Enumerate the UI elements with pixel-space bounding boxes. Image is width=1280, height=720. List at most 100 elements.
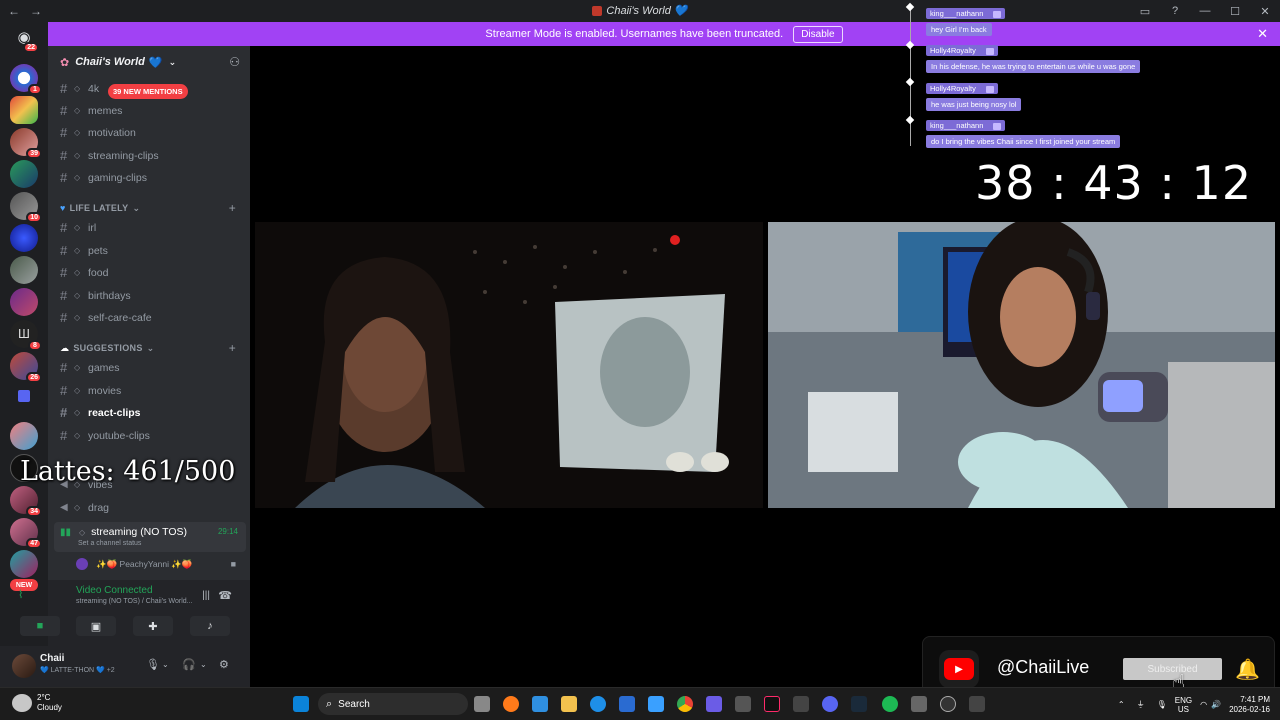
taskbar-search[interactable]: ⌕ Search bbox=[318, 693, 468, 715]
close-icon[interactable]: ✕ bbox=[1250, 0, 1280, 22]
tray-overflow-icon[interactable]: ⌃ bbox=[1118, 700, 1125, 709]
edge-icon[interactable] bbox=[590, 696, 606, 712]
volume-icon[interactable]: 🔊 bbox=[1211, 700, 1221, 709]
invite-icon[interactable]: ⚇ bbox=[229, 55, 240, 69]
new-mentions-badge[interactable]: 39 NEW MENTIONS bbox=[108, 84, 188, 99]
clock[interactable]: 7:41 PM 2026-02-16 bbox=[1229, 695, 1270, 715]
channel-pets[interactable]: # ◇ pets bbox=[56, 240, 244, 261]
copilot-icon[interactable] bbox=[532, 696, 548, 712]
rail-badge: 26 bbox=[26, 372, 42, 383]
chevron-down-icon: ⌄ bbox=[132, 202, 141, 213]
server-icon-8[interactable] bbox=[10, 288, 38, 316]
server-icon-15[interactable] bbox=[10, 550, 38, 578]
steam-icon[interactable] bbox=[851, 696, 867, 712]
server-icon-7[interactable] bbox=[10, 256, 38, 284]
channel-irl[interactable]: # ◇ irl bbox=[56, 217, 244, 238]
server-rail: ◉ 22 1 39 10 Ш8 26 34 47 NEW bbox=[0, 22, 48, 687]
voice-channel-drag[interactable]: ◀ ◇ drag bbox=[56, 497, 244, 518]
task-view-icon[interactable] bbox=[474, 696, 490, 712]
chrome-icon[interactable] bbox=[677, 696, 693, 712]
video-tile-left[interactable] bbox=[255, 222, 763, 508]
soundboard-button[interactable]: ♪ bbox=[190, 616, 230, 636]
channel-food[interactable]: # ◇ food bbox=[56, 262, 244, 283]
channel-status[interactable]: Set a channel status bbox=[78, 540, 141, 547]
channel-gaming-clips[interactable]: # ◇ gaming-clips bbox=[56, 167, 244, 188]
spotify-icon[interactable] bbox=[882, 696, 898, 712]
app-icon-4[interactable] bbox=[735, 696, 751, 712]
voice-user[interactable]: ✨🍑 PeachyYanni ✨🍑 ■ bbox=[76, 556, 246, 572]
mic-tray-icon[interactable]: 🎙 bbox=[1157, 700, 1167, 709]
server-icon-4[interactable] bbox=[10, 160, 38, 188]
app-icon-7[interactable] bbox=[969, 696, 985, 712]
voice-channel-streaming[interactable]: ▮▮ ◇ streaming (NO TOS) 29:14 Set a channe… bbox=[54, 522, 246, 552]
category-suggestions[interactable]: ☁ SUGGESTIONS ⌄ + bbox=[56, 340, 244, 356]
server-icon-13[interactable]: 34 bbox=[10, 486, 42, 517]
maximize-icon[interactable]: ☐ bbox=[1220, 0, 1250, 22]
channel-birthdays[interactable]: # ◇ birthdays bbox=[56, 285, 244, 306]
server-icon-14[interactable]: 47 bbox=[10, 518, 42, 549]
channel-motivation[interactable]: # ◇ motivation bbox=[56, 122, 244, 143]
voice-status-title[interactable]: Video Connected bbox=[76, 585, 153, 596]
channel-games[interactable]: # ◇ games bbox=[56, 357, 244, 378]
obs-icon[interactable] bbox=[940, 696, 956, 712]
channel-movies[interactable]: # ◇ movies bbox=[56, 380, 244, 401]
add-channel-icon[interactable]: + bbox=[229, 201, 236, 215]
server-icon-5[interactable]: 10 bbox=[10, 192, 42, 223]
folder-icon[interactable] bbox=[18, 390, 30, 402]
user-avatar[interactable] bbox=[12, 654, 36, 678]
wifi-icon[interactable]: ◠ bbox=[1200, 700, 1207, 709]
screen-share-button[interactable]: ▣ bbox=[76, 616, 116, 636]
category-label: SUGGESTIONS bbox=[73, 343, 143, 353]
app-icon-2[interactable] bbox=[648, 696, 664, 712]
server-icon-1[interactable]: 1 bbox=[10, 64, 42, 95]
server-icon-10[interactable]: 26 bbox=[10, 352, 42, 383]
voice-status-subtitle[interactable]: streaming (NO TOS) / Chaii's World... bbox=[76, 598, 192, 605]
channel-youtube-clips[interactable]: # ◇ youtube-clips bbox=[56, 425, 244, 446]
disconnect-icon[interactable]: ☎ bbox=[218, 589, 232, 602]
weather-widget[interactable]: 2°C Cloudy bbox=[12, 693, 62, 713]
channel-streaming-clips[interactable]: # ◇ streaming-clips bbox=[56, 145, 244, 166]
category-life-lately[interactable]: ♥ LIFE LATELY ⌄ + bbox=[56, 200, 244, 216]
server-icon-6[interactable] bbox=[10, 224, 38, 252]
server-icon-11[interactable] bbox=[10, 422, 38, 450]
activities-button[interactable]: ✚ bbox=[133, 616, 173, 636]
discord-icon[interactable] bbox=[822, 696, 838, 712]
channel-memes[interactable]: # ◇ memes bbox=[56, 100, 244, 121]
video-tile-right[interactable] bbox=[768, 222, 1275, 508]
network-icon[interactable]: ⏚ bbox=[1137, 699, 1145, 710]
add-channel-icon[interactable]: + bbox=[229, 341, 236, 355]
hash-icon: # bbox=[60, 103, 68, 118]
windows-start-icon[interactable] bbox=[293, 696, 309, 712]
voice-user-name: ✨🍑 PeachyYanni ✨🍑 bbox=[96, 558, 193, 569]
user-status[interactable]: 💙 LATTE-THON 💙 +2 bbox=[40, 666, 115, 674]
chat-username: Holly4Royalty bbox=[926, 45, 998, 56]
camera-button[interactable]: ■ bbox=[20, 616, 60, 636]
server-icon-3[interactable]: 39 bbox=[10, 128, 42, 159]
audio-options-chevron-icon[interactable]: ⌄ bbox=[200, 660, 207, 669]
mic-options-chevron-icon[interactable]: ⌄ bbox=[162, 660, 169, 669]
microphone-icon[interactable]: 🎙 bbox=[146, 658, 160, 671]
user-name[interactable]: Chaii bbox=[40, 653, 64, 664]
channel-react-clips[interactable]: # ◇ react-clips bbox=[56, 402, 244, 423]
new-unreads-pill[interactable]: NEW bbox=[10, 579, 38, 591]
hash-icon: # bbox=[60, 243, 68, 258]
app-icon-3[interactable] bbox=[706, 696, 722, 712]
browser-icon[interactable] bbox=[503, 696, 519, 712]
app-icon-6[interactable] bbox=[911, 696, 927, 712]
server-icon-9[interactable]: Ш8 bbox=[10, 320, 42, 351]
file-explorer-icon[interactable] bbox=[561, 696, 577, 712]
settings-gear-icon[interactable]: ⚙ bbox=[219, 658, 229, 671]
server-header[interactable]: ✿ Chaii's World 💙 ⌄ ⚇ bbox=[48, 46, 250, 78]
server-icon-2[interactable] bbox=[10, 96, 38, 124]
discord-home-icon[interactable]: ◉ 22 bbox=[13, 28, 39, 53]
banner-close-icon[interactable]: ✕ bbox=[1257, 26, 1268, 42]
noise-suppression-icon[interactable]: ||| bbox=[202, 590, 210, 601]
language-indicator[interactable]: ENG US bbox=[1175, 696, 1192, 714]
disable-button[interactable]: Disable bbox=[793, 25, 843, 43]
app-icon-1[interactable] bbox=[619, 696, 635, 712]
headphones-icon[interactable]: 🎧 bbox=[182, 658, 196, 671]
bell-icon[interactable]: 🔔 bbox=[1235, 657, 1260, 682]
app-icon-5[interactable] bbox=[793, 696, 809, 712]
tiktok-icon[interactable] bbox=[764, 696, 780, 712]
channel-self-care-cafe[interactable]: # ◇ self-care-cafe bbox=[56, 307, 244, 328]
